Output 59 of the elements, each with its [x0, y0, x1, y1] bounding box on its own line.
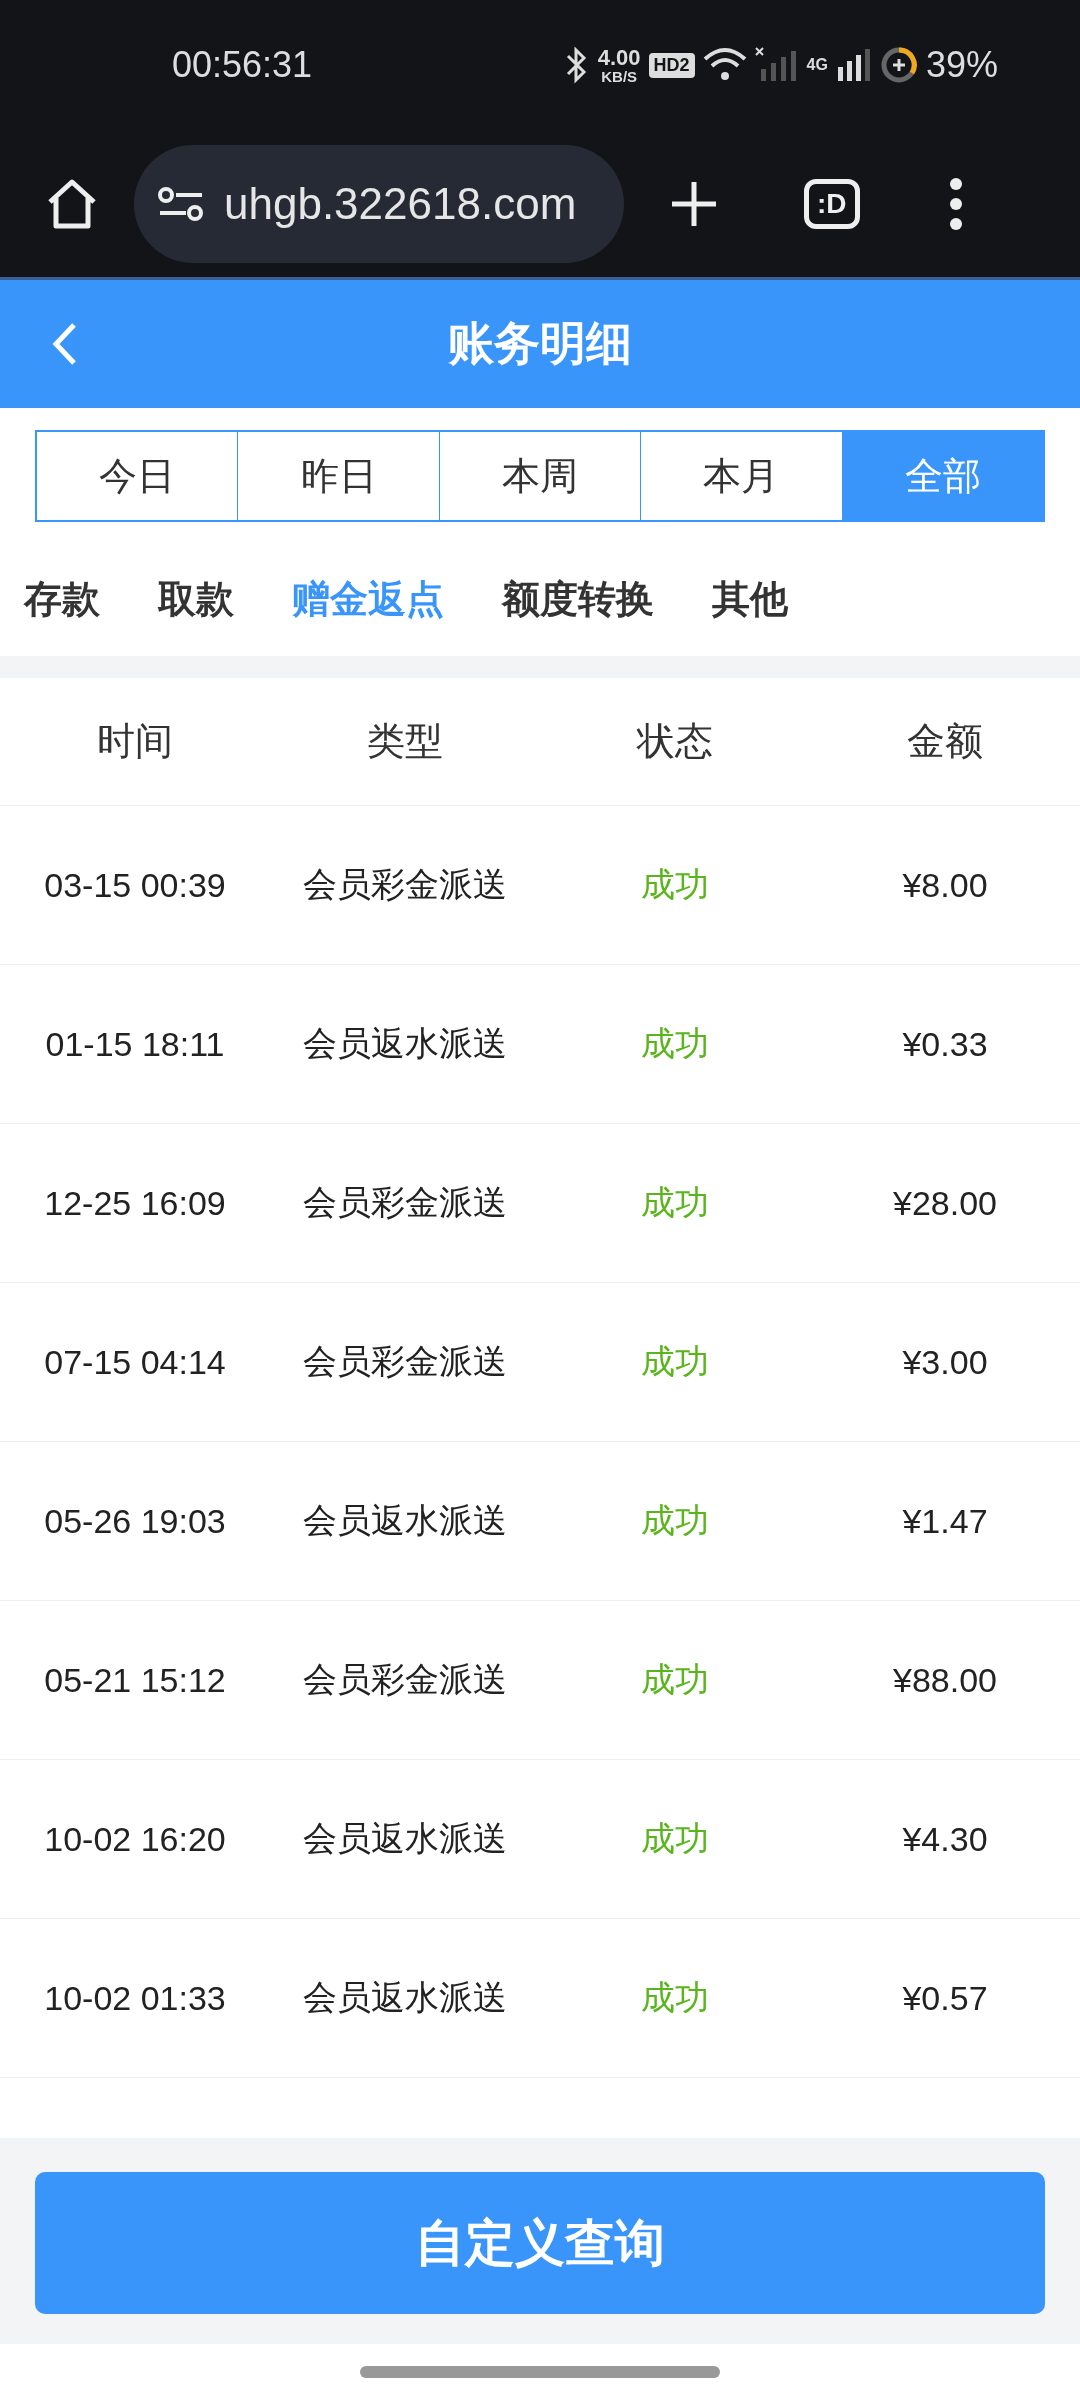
table-cell: ¥4.30	[902, 1819, 988, 1859]
table-cell-text: 会员返水派送	[303, 1818, 507, 1859]
table-cell: ¥0.33	[902, 1024, 988, 1064]
column-header: 金额	[907, 718, 983, 765]
clock-time: 00:56:31	[172, 44, 313, 86]
address-bar[interactable]: uhgb.322618.com	[134, 144, 624, 263]
table-cell: 01-15 18:11	[45, 1024, 225, 1064]
table-cell: ¥0.57	[902, 1978, 988, 2018]
status-text: 成功	[641, 1977, 709, 2018]
status-text: 成功	[641, 1500, 709, 1541]
table-cell: ¥8.00	[902, 865, 988, 905]
table-cell: 05-26 19:03	[44, 1501, 226, 1541]
date-tab[interactable]: 本周	[438, 432, 641, 520]
battery-level: 39%	[925, 44, 998, 86]
status-text: 成功	[641, 1182, 709, 1223]
network-type: 4G	[806, 56, 828, 74]
table-cell: 07-15 04:14	[44, 1342, 226, 1382]
status-text: 成功	[641, 864, 709, 905]
table-cell-text: 会员彩金派送	[303, 1182, 507, 1223]
page-title: 账务明细	[448, 315, 632, 372]
column-header: 状态	[637, 718, 713, 765]
table-cell: ¥1.47	[902, 1501, 988, 1541]
category-tab[interactable]: 其他	[712, 573, 788, 625]
date-tab[interactable]: 本月	[640, 432, 842, 520]
table-cell: 12-25 16:09	[44, 1183, 226, 1223]
date-tab[interactable]: 今日	[37, 432, 238, 520]
battery-ring-icon	[879, 46, 918, 84]
category-tab[interactable]: 取款	[158, 573, 234, 625]
menu-icon[interactable]	[947, 176, 964, 231]
signal-icon	[754, 47, 799, 83]
network-speed: 4.00	[597, 46, 641, 69]
table-cell-text: 会员彩金派送	[303, 864, 507, 905]
tabs-button[interactable]: :D	[804, 178, 860, 229]
column-header: 类型	[367, 718, 443, 765]
signal-icon	[835, 47, 872, 83]
status-text: 成功	[641, 1818, 709, 1859]
table-cell: ¥28.00	[893, 1183, 997, 1223]
table-cell-text: 会员彩金派送	[303, 1341, 507, 1382]
table-cell-text: 会员返水派送	[303, 1977, 507, 2018]
speed-unit: KB/S	[601, 68, 638, 84]
date-tab[interactable]: 昨日	[237, 432, 439, 520]
table-cell: 10-02 01:33	[44, 1978, 226, 2018]
category-tab[interactable]: 存款	[24, 573, 100, 625]
table-cell: 03-15 00:39	[44, 865, 226, 905]
table-cell-text: 会员彩金派送	[303, 1659, 507, 1700]
table-cell: ¥3.00	[902, 1342, 988, 1382]
table-cell-text: 会员返水派送	[303, 1023, 507, 1064]
wifi-icon	[702, 47, 747, 83]
table-cell: 10-02 16:20	[44, 1819, 226, 1859]
status-text: 成功	[641, 1023, 709, 1064]
table-cell-text: 会员返水派送	[303, 1500, 507, 1541]
hd-badge: HD2	[648, 52, 695, 78]
category-tab[interactable]: 额度转换	[502, 573, 654, 625]
column-header: 时间	[97, 718, 173, 765]
status-text: 成功	[641, 1659, 709, 1700]
url-text: uhgb.322618.com	[224, 178, 577, 229]
table-cell: ¥88.00	[893, 1660, 997, 1700]
table-cell: 05-21 15:12	[44, 1660, 226, 1700]
status-text: 成功	[641, 1341, 709, 1382]
